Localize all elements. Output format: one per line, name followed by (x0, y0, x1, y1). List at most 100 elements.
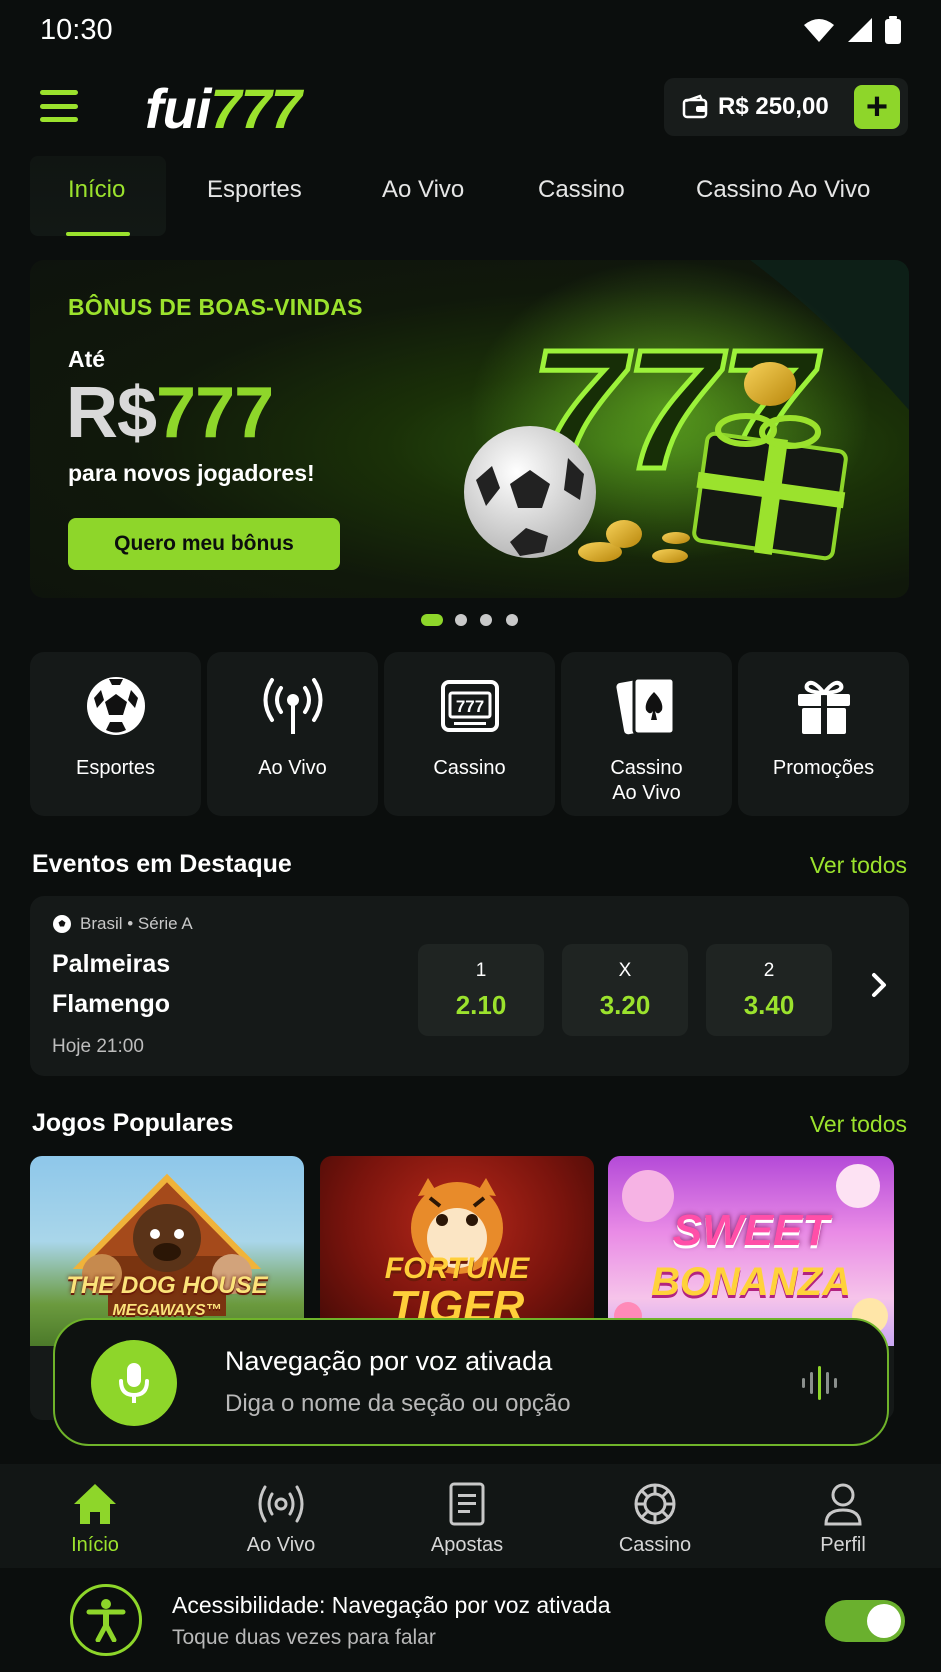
home-icon (74, 1484, 116, 1524)
nav-perfil[interactable]: Perfil (773, 1480, 913, 1557)
odd-away-button[interactable]: 2 3.40 (706, 944, 832, 1036)
broadcast-icon (263, 678, 322, 734)
menu-bar (40, 117, 78, 122)
banner-eyebrow: BÔNUS DE BOAS-VINDAS (68, 294, 363, 320)
soccer-ball-icon (53, 915, 71, 933)
voice-title: Navegação por voz ativada (225, 1346, 553, 1376)
app-header: fui777 R$ 250,00 + (0, 72, 941, 142)
featured-see-all-link[interactable]: Ver todos (810, 852, 907, 879)
claim-bonus-button[interactable]: Quero meu bônus (68, 518, 340, 570)
game-title: SWEET (672, 1206, 830, 1255)
popular-games-title: Jogos Populares (32, 1109, 234, 1137)
nav-label: Início (71, 1534, 119, 1556)
category-label: Cassino (433, 757, 506, 779)
brand-logo[interactable]: fui777 (145, 76, 302, 141)
category-cassino-ao-vivo[interactable]: Cassino Ao Vivo (561, 652, 732, 816)
sound-wave-icon (802, 1366, 837, 1400)
category-cassino[interactable]: 777 Cassino (384, 652, 555, 816)
carousel-dot[interactable] (506, 614, 518, 626)
carousel-dots (0, 614, 941, 626)
category-promocoes[interactable]: Promoções (738, 652, 909, 816)
banner-amount: R$777 (66, 372, 274, 454)
category-esportes[interactable]: Esportes (30, 652, 201, 816)
popular-see-all-link[interactable]: Ver todos (810, 1111, 907, 1138)
category-shortcuts: Esportes Ao Vivo 777 Cassino Cassino Ao … (30, 652, 909, 816)
banner-illustration: 777 (464, 260, 909, 563)
category-label: Ao Vivo (258, 757, 327, 779)
banner-amount-number: 777 (156, 373, 274, 453)
menu-bar (40, 90, 78, 95)
carousel-dot-active[interactable] (421, 614, 443, 626)
event-away-team: Flamengo (52, 990, 171, 1018)
menu-button[interactable] (40, 90, 78, 122)
status-bar: 10:30 (0, 0, 941, 60)
game-title: FORTUNE (384, 1252, 530, 1285)
chevron-right-icon[interactable] (871, 972, 887, 998)
category-label: Cassino Ao Vivo (610, 757, 683, 804)
accessibility-icon (86, 1599, 126, 1642)
odd-value: 3.40 (743, 990, 795, 1020)
nav-label: Cassino (618, 1534, 692, 1556)
odd-home-button[interactable]: 1 2.10 (418, 944, 544, 1036)
microphone-icon (119, 1363, 149, 1403)
tab-esportes[interactable]: Esportes (207, 176, 302, 204)
event-time: Hoje 21:00 (52, 1036, 144, 1057)
nav-label: Ao Vivo (246, 1534, 316, 1556)
category-label: Promoções (772, 757, 875, 779)
active-tab-indicator (66, 232, 130, 236)
event-league: Brasil • Série A (52, 914, 193, 934)
category-label: Esportes (76, 757, 155, 779)
banner-prefix: Até (68, 346, 106, 372)
featured-event-card[interactable]: Brasil • Série A Palmeiras Flamengo Hoje… (30, 896, 909, 1076)
gift-icon (797, 680, 850, 734)
tab-ao-vivo[interactable]: Ao Vivo (382, 176, 464, 204)
game-title: THE DOG HOUSE (66, 1272, 268, 1299)
nav-cassino[interactable]: Cassino (585, 1480, 725, 1557)
odd-value: 3.20 (599, 990, 651, 1020)
category-ao-vivo[interactable]: Ao Vivo (207, 652, 378, 816)
top-tabs: Início Esportes Ao Vivo Cassino Cassino … (0, 156, 941, 236)
voice-navigation-panel: Navegação por voz ativada Diga o nome da… (53, 1318, 889, 1446)
nav-apostas[interactable]: Apostas (397, 1480, 537, 1557)
welcome-bonus-banner[interactable]: BÔNUS DE BOAS-VINDAS Até R$777 para novo… (30, 260, 909, 598)
odd-label: 1 (475, 960, 487, 981)
wifi-icon (804, 19, 834, 42)
user-icon (824, 1483, 862, 1526)
menu-bar (40, 103, 78, 109)
status-time: 10:30 (40, 13, 113, 46)
svg-text:777: 777 (455, 697, 483, 716)
odd-label: X (618, 960, 632, 981)
nav-ao-vivo[interactable]: Ao Vivo (211, 1480, 351, 1557)
carousel-dot[interactable] (455, 614, 467, 626)
nav-label: Perfil (820, 1534, 866, 1556)
soccer-ball-icon (86, 677, 145, 735)
tab-cassino[interactable]: Cassino (538, 176, 625, 204)
playing-cards-icon (615, 676, 675, 736)
balance-amount: R$ 250,00 (718, 93, 829, 120)
signal-icon (848, 18, 872, 42)
broadcast-icon (258, 1485, 304, 1523)
tab-cassino-ao-vivo[interactable]: Cassino Ao Vivo (696, 176, 870, 204)
bet-slip-icon (449, 1482, 485, 1526)
balance-box[interactable]: R$ 250,00 + (664, 78, 908, 136)
event-league-label: Brasil • Série A (80, 914, 193, 933)
banner-currency: R$ (66, 373, 157, 453)
casino-chip-icon (634, 1483, 676, 1525)
accessibility-button[interactable] (70, 1584, 142, 1656)
event-home-team: Palmeiras (52, 950, 171, 978)
tab-inicio[interactable]: Início (68, 176, 125, 204)
wallet-icon (682, 94, 708, 119)
mic-button[interactable] (91, 1340, 177, 1426)
voice-navigation-toggle[interactable] (825, 1600, 905, 1642)
deposit-add-button[interactable]: + (854, 85, 900, 129)
status-icons (803, 16, 901, 44)
featured-events-title: Eventos em Destaque (32, 850, 292, 878)
odd-draw-button[interactable]: X 3.20 (562, 944, 688, 1036)
banner-subtitle: para novos jogadores! (68, 460, 315, 486)
nav-inicio[interactable]: Início (25, 1480, 165, 1557)
bottom-navigation: Início Ao Vivo Apostas Cassino Perfil (0, 1464, 941, 1568)
accessibility-subtitle: Toque duas vezes para falar (172, 1626, 436, 1649)
game-subtitle: BONANZA (651, 1260, 851, 1304)
carousel-dot[interactable] (480, 614, 492, 626)
accessibility-title: Acessibilidade: Navegação por voz ativad… (172, 1592, 611, 1618)
